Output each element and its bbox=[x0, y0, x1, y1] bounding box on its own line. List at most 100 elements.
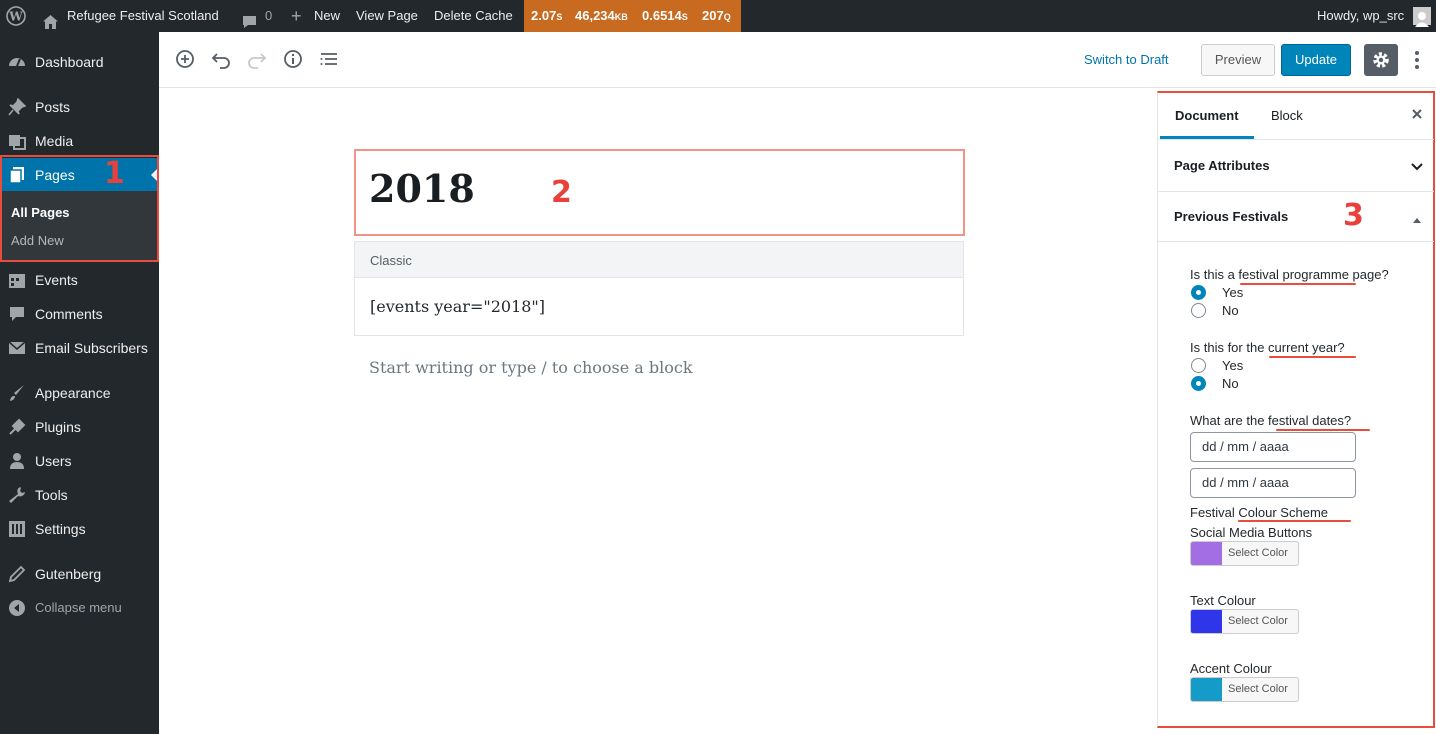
svg-text:W: W bbox=[8, 10, 23, 24]
spellcheck-underline bbox=[1240, 283, 1356, 285]
festival-start-date-input[interactable]: dd / mm / aaaa bbox=[1190, 432, 1356, 462]
add-block-icon[interactable] bbox=[174, 48, 196, 70]
previous-festivals-title: Previous Festivals bbox=[1174, 209, 1289, 224]
collapse-arrow-icon bbox=[1412, 212, 1422, 227]
sidebar-item-plugins[interactable]: Plugins bbox=[0, 410, 159, 444]
perf-memory: 46,234 bbox=[575, 8, 615, 23]
plug-icon bbox=[8, 418, 26, 436]
current-year-no-label: No bbox=[1222, 376, 1239, 391]
classic-block-toolbar[interactable]: Classic bbox=[354, 241, 964, 278]
comment-icon bbox=[8, 305, 26, 323]
home-icon bbox=[43, 9, 58, 29]
pencil-icon bbox=[8, 565, 26, 583]
query-monitor-stats[interactable]: 2.07S 46,234KB 0.6514S 207Q bbox=[524, 0, 741, 32]
dashboard-icon bbox=[8, 53, 26, 71]
sidebar-item-appearance[interactable]: Appearance bbox=[0, 376, 159, 410]
select-color-label: Select Color bbox=[1228, 615, 1288, 627]
tab-block[interactable]: Block bbox=[1271, 93, 1303, 139]
text-color-button[interactable]: Select Color bbox=[1190, 609, 1299, 634]
brush-icon bbox=[8, 384, 26, 402]
sidebar-item-gutenberg[interactable]: Gutenberg bbox=[0, 557, 159, 591]
previous-festivals-panel-header[interactable]: Previous Festivals bbox=[1158, 191, 1434, 241]
admin-bar: W Refugee Festival Scotland 0 + New View… bbox=[0, 0, 1436, 32]
comment-bubble-icon bbox=[242, 9, 257, 28]
question-festival-dates: What are the festival dates? bbox=[1190, 413, 1352, 428]
sidebar-item-settings[interactable]: Settings bbox=[0, 512, 159, 546]
accent-color-button[interactable]: Select Color bbox=[1190, 677, 1299, 702]
sidebar-item-label: Dashboard bbox=[35, 54, 104, 70]
post-title[interactable]: 2018 bbox=[369, 166, 475, 211]
annotation-number-2: 2 bbox=[551, 175, 572, 210]
spellcheck-underline bbox=[1269, 356, 1356, 358]
envelope-icon bbox=[8, 339, 26, 357]
media-icon bbox=[8, 132, 26, 150]
undo-icon[interactable] bbox=[210, 48, 232, 70]
current-year-no-radio[interactable] bbox=[1191, 376, 1206, 391]
settings-sidebar: Document Block Page Attributes Previous … bbox=[1157, 91, 1435, 728]
sidebar-item-dashboard[interactable]: Dashboard bbox=[0, 45, 159, 79]
view-page-link[interactable]: View Page bbox=[356, 0, 418, 32]
sidebar-item-label: Tools bbox=[35, 487, 68, 503]
annotation-number-1: 1 bbox=[104, 156, 125, 191]
avatar[interactable] bbox=[1413, 7, 1431, 27]
sidebar-item-comments[interactable]: Comments bbox=[0, 297, 159, 331]
howdy-user[interactable]: Howdy, wp_src bbox=[1317, 0, 1404, 32]
comments-count[interactable]: 0 bbox=[265, 0, 272, 32]
block-appender-placeholder[interactable]: Start writing or type / to choose a bloc… bbox=[369, 358, 693, 377]
spellcheck-underline bbox=[1276, 429, 1370, 431]
block-navigation-icon[interactable] bbox=[318, 48, 340, 70]
events-icon bbox=[8, 271, 26, 289]
select-color-label: Select Color bbox=[1228, 683, 1288, 695]
collapse-icon bbox=[8, 599, 26, 617]
sidebar-item-label: Plugins bbox=[35, 419, 81, 435]
more-options-icon[interactable] bbox=[1411, 50, 1423, 70]
programme-no-label: No bbox=[1222, 303, 1239, 318]
social-media-color-button[interactable]: Select Color bbox=[1190, 541, 1299, 566]
chevron-down-icon bbox=[1410, 160, 1424, 175]
settings-button[interactable] bbox=[1364, 44, 1398, 76]
question-current-year: Is this for the current year? bbox=[1190, 340, 1345, 355]
sidebar-item-events[interactable]: Events bbox=[0, 263, 159, 297]
gear-icon bbox=[1371, 50, 1391, 75]
programme-no-radio[interactable] bbox=[1191, 303, 1206, 318]
sidebar-item-media[interactable]: Media bbox=[0, 124, 159, 158]
tab-document[interactable]: Document bbox=[1160, 93, 1254, 139]
sidebar-item-label: Media bbox=[35, 133, 74, 149]
sidebar-item-users[interactable]: Users bbox=[0, 444, 159, 478]
social-media-color-swatch bbox=[1191, 542, 1222, 565]
redo-icon[interactable] bbox=[246, 48, 268, 70]
info-icon[interactable] bbox=[282, 48, 304, 70]
sidebar-item-label: Appearance bbox=[35, 385, 111, 401]
sidebar-item-label: Users bbox=[35, 453, 72, 469]
preview-button[interactable]: Preview bbox=[1201, 44, 1275, 76]
current-year-yes-label: Yes bbox=[1222, 358, 1244, 373]
pin-icon bbox=[8, 97, 27, 116]
new-link[interactable]: New bbox=[314, 0, 340, 32]
sidebar-item-posts[interactable]: Posts bbox=[0, 90, 159, 124]
switch-to-draft-button[interactable]: Switch to Draft bbox=[1084, 52, 1169, 67]
sidebar-item-label: Events bbox=[35, 272, 78, 288]
festival-end-date-input[interactable]: dd / mm / aaaa bbox=[1190, 468, 1356, 498]
wordpress-logo-icon[interactable]: W bbox=[6, 6, 26, 26]
plus-icon: + bbox=[291, 6, 302, 26]
classic-block-content[interactable]: [events year="2018"] bbox=[354, 277, 964, 336]
sidebar-item-label: Collapse menu bbox=[35, 600, 122, 615]
sidebar-item-email-subscribers[interactable]: Email Subscribers bbox=[0, 331, 159, 365]
close-icon[interactable] bbox=[1410, 107, 1424, 126]
programme-yes-radio[interactable] bbox=[1191, 285, 1206, 300]
perf-query-time: 0.6514 bbox=[642, 8, 682, 23]
sidebar-collapse-menu[interactable]: Collapse menu bbox=[0, 591, 159, 625]
text-color-swatch bbox=[1191, 610, 1222, 633]
sidebar-item-label: Posts bbox=[35, 99, 71, 115]
settings-icon bbox=[8, 520, 26, 538]
current-year-yes-radio[interactable] bbox=[1191, 358, 1206, 373]
question-festival-programme: Is this a festival programme page? bbox=[1190, 267, 1389, 282]
page-attributes-panel[interactable]: Page Attributes bbox=[1158, 139, 1434, 191]
programme-yes-label: Yes bbox=[1222, 285, 1244, 300]
delete-cache-link[interactable]: Delete Cache bbox=[434, 0, 513, 32]
sidebar-item-tools[interactable]: Tools bbox=[0, 478, 159, 512]
select-color-label: Select Color bbox=[1228, 547, 1288, 559]
previous-festivals-panel-body bbox=[1158, 241, 1434, 242]
update-button[interactable]: Update bbox=[1281, 44, 1351, 76]
site-name-link[interactable]: Refugee Festival Scotland bbox=[67, 0, 219, 32]
